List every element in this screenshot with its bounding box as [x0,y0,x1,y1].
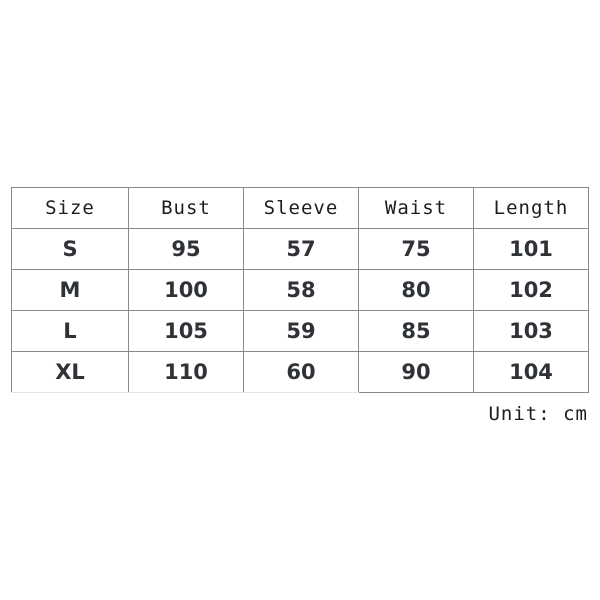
cell-bust: 110 [128,351,244,393]
cell-waist: 75 [358,228,474,270]
cell-sleeve: 58 [243,269,359,311]
table-row: L 105 59 85 103 [11,310,589,352]
cell-sleeve: 60 [243,351,359,393]
table-row: M 100 58 80 102 [11,269,589,311]
table-header: Size Bust Sleeve Waist Length [11,187,589,229]
cell-sleeve: 57 [243,228,359,270]
cell-size: L [11,310,129,352]
cell-waist: 80 [358,269,474,311]
cell-length: 101 [473,228,589,270]
cell-bust: 100 [128,269,244,311]
column-header-bust: Bust [128,187,244,229]
table-header-row: Size Bust Sleeve Waist Length [11,187,589,229]
cell-size: S [11,228,129,270]
cell-bust: 105 [128,310,244,352]
cell-size: M [11,269,129,311]
table-body: S 95 57 75 101 M 100 58 80 102 L 105 59 … [11,228,589,393]
column-header-sleeve: Sleeve [243,187,359,229]
cell-waist: 90 [358,351,474,393]
column-header-size: Size [11,187,129,229]
cell-size: XL [11,351,129,393]
column-header-length: Length [473,187,589,229]
column-header-waist: Waist [358,187,474,229]
cell-bust: 95 [128,228,244,270]
cell-waist: 85 [358,310,474,352]
cell-length: 104 [473,351,589,393]
size-chart: Size Bust Sleeve Waist Length S 95 57 75… [11,187,589,393]
cell-length: 103 [473,310,589,352]
cell-length: 102 [473,269,589,311]
table-row: XL 110 60 90 104 [11,351,589,393]
unit-note: Unit: cm [488,403,588,425]
size-table: Size Bust Sleeve Waist Length S 95 57 75… [11,187,589,393]
cell-sleeve: 59 [243,310,359,352]
table-row: S 95 57 75 101 [11,228,589,270]
